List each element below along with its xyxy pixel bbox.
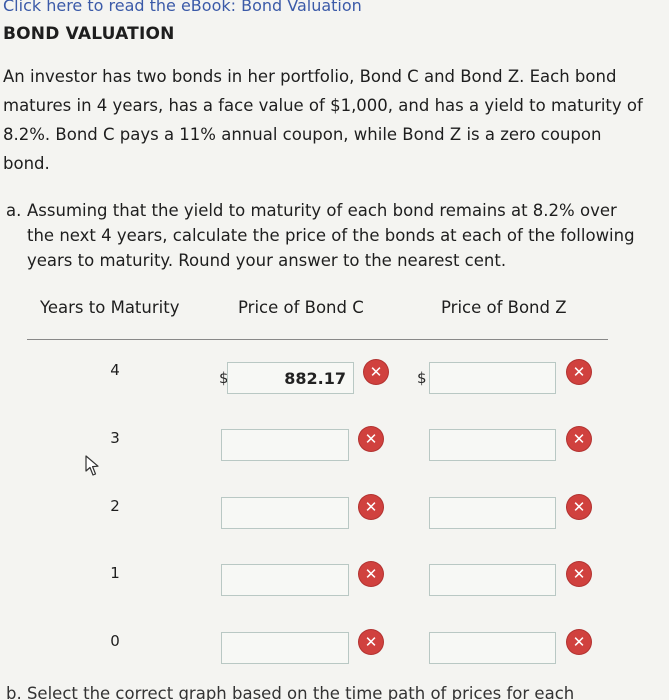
x-circle-icon: ✕ bbox=[567, 360, 591, 384]
years-cell: 2 bbox=[110, 497, 120, 515]
ebook-link[interactable]: Click here to read the eBook: Bond Valua… bbox=[3, 0, 362, 15]
header-price-bond-z: Price of Bond Z bbox=[441, 298, 567, 317]
price-bond-c-input[interactable] bbox=[221, 564, 349, 596]
question-page: Click here to read the eBook: Bond Valua… bbox=[0, 0, 669, 700]
problem-statement: An investor has two bonds in her portfol… bbox=[3, 67, 643, 173]
mouse-pointer-icon bbox=[85, 455, 99, 476]
x-circle-icon: ✕ bbox=[359, 562, 383, 586]
price-bond-z-input[interactable] bbox=[429, 362, 556, 394]
dollar-sign-bond-z: $ bbox=[417, 369, 427, 387]
price-bond-c-input[interactable] bbox=[221, 632, 349, 664]
x-circle-icon: ✕ bbox=[359, 630, 383, 654]
price-bond-z-input[interactable] bbox=[429, 429, 556, 461]
part-b-instructions-cut: b. Select the correct graph based on the… bbox=[6, 684, 575, 700]
price-bond-c-input[interactable] bbox=[227, 362, 354, 394]
years-cell: 3 bbox=[110, 429, 120, 447]
x-circle-icon: ✕ bbox=[567, 495, 591, 519]
price-bond-z-input[interactable] bbox=[429, 632, 556, 664]
price-bond-z-input[interactable] bbox=[429, 564, 556, 596]
x-circle-icon: ✕ bbox=[567, 562, 591, 586]
x-circle-icon: ✕ bbox=[359, 495, 383, 519]
header-years-to-maturity: Years to Maturity bbox=[40, 298, 180, 317]
part-a-text: Assuming that the yield to maturity of e… bbox=[27, 201, 635, 270]
price-bond-c-input[interactable] bbox=[221, 429, 349, 461]
part-a-label: a. bbox=[6, 201, 22, 220]
years-cell: 4 bbox=[110, 361, 120, 379]
section-title: BOND VALUATION bbox=[3, 24, 175, 44]
x-circle-icon: ✕ bbox=[567, 630, 591, 654]
price-bond-c-input[interactable] bbox=[221, 497, 349, 529]
part-a-instructions: a. Assuming that the yield to maturity o… bbox=[6, 198, 641, 273]
x-circle-icon: ✕ bbox=[364, 360, 388, 384]
x-circle-icon: ✕ bbox=[359, 427, 383, 451]
header-price-bond-c: Price of Bond C bbox=[238, 298, 364, 317]
x-circle-icon: ✕ bbox=[567, 427, 591, 451]
table-header-divider bbox=[27, 339, 608, 340]
price-bond-z-input[interactable] bbox=[429, 497, 556, 529]
years-cell: 0 bbox=[110, 632, 120, 650]
years-cell: 1 bbox=[110, 564, 120, 582]
